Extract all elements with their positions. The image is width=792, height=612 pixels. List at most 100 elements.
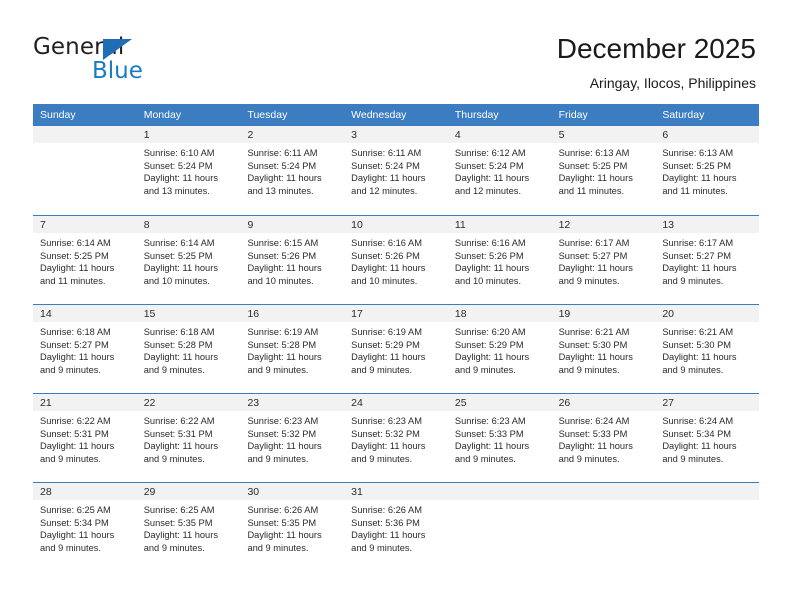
calendar-day-cell[interactable]: 30 Sunrise: 6:26 AM Sunset: 5:35 PM Dayligh… [240, 483, 345, 571]
calendar-day-cell[interactable]: 23 Sunrise: 6:23 AM Sunset: 5:32 PM Dayligh… [240, 394, 345, 482]
calendar-day-cell[interactable]: 3 Sunrise: 6:11 AM Sunset: 5:24 PM Daylight… [344, 126, 448, 215]
sunset-text: Sunset: 5:26 PM [454, 250, 524, 261]
day-number [447, 483, 552, 500]
day-number: 3 [344, 126, 448, 143]
calendar-week-row: 1 Sunrise: 6:10 AM Sunset: 5:24 PM Daylight… [33, 126, 760, 215]
calendar-day-cell[interactable]: 8 Sunrise: 6:14 AM Sunset: 5:25 PM Daylight… [136, 216, 241, 304]
calendar-day-cell[interactable]: 9 Sunrise: 6:15 AM Sunset: 5:26 PM Daylight… [240, 216, 345, 304]
calendar-week-row: 7 Sunrise: 6:14 AM Sunset: 5:25 PM Daylight… [33, 215, 760, 304]
day-details: Sunrise: 6:22 AM Sunset: 5:31 PM Daylight:… [33, 411, 137, 466]
day-details: Sunrise: 6:18 AM Sunset: 5:28 PM Daylight:… [137, 322, 241, 377]
weekday-header-saturday: Saturday [662, 109, 705, 121]
day-details: Sunrise: 6:20 AM Sunset: 5:29 PM Daylight:… [448, 322, 552, 377]
calendar-day-cell[interactable]: 31 Sunrise: 6:26 AM Sunset: 5:36 PM Dayligh… [344, 483, 448, 571]
calendar-day-cell[interactable]: 24 Sunrise: 6:23 AM Sunset: 5:32 PM Dayligh… [344, 394, 448, 482]
day-number: 14 [33, 305, 137, 322]
sunset-text: Sunset: 5:32 PM [247, 428, 317, 439]
daylight-text-line2: and 9 minutes. [351, 365, 413, 376]
calendar-day-cell[interactable]: 1 Sunrise: 6:10 AM Sunset: 5:24 PM Daylight… [136, 126, 241, 215]
weekday-header-friday: Friday [558, 109, 588, 121]
sunrise-text: Sunrise: 6:12 AM [454, 148, 526, 158]
daylight-text-line1: Daylight: 11 hours [247, 263, 322, 274]
daylight-text-line2: and 9 minutes. [40, 365, 101, 376]
calendar-day-cell[interactable]: 4 Sunrise: 6:12 AM Sunset: 5:24 PM Daylight… [447, 126, 552, 215]
calendar-day-cell[interactable]: 19 Sunrise: 6:21 AM Sunset: 5:30 PM Dayligh… [551, 305, 656, 393]
daylight-text-line1: Daylight: 11 hours [454, 173, 530, 184]
calendar-day-cell[interactable]: 21 Sunrise: 6:22 AM Sunset: 5:31 PM Dayligh… [33, 394, 137, 482]
calendar-day-cell[interactable]: 10 Sunrise: 6:16 AM Sunset: 5:26 PM Dayligh… [344, 216, 448, 304]
page-subtitle: Aringay, Ilocos, Philippines [589, 75, 756, 91]
sunset-text: Sunset: 5:29 PM [351, 339, 420, 350]
sunset-text: Sunset: 5:30 PM [558, 339, 628, 350]
day-number: 31 [344, 483, 448, 500]
calendar-day-cell[interactable]: 14 Sunrise: 6:18 AM Sunset: 5:27 PM Dayligh… [33, 305, 137, 393]
daylight-text-line1: Daylight: 11 hours [351, 441, 426, 452]
calendar-day-cell[interactable]: 12 Sunrise: 6:17 AM Sunset: 5:27 PM Dayligh… [551, 216, 656, 304]
brand-logo[interactable]: General Blue [33, 34, 233, 90]
sunrise-text: Sunrise: 6:26 AM [247, 505, 319, 515]
day-details: Sunrise: 6:17 AM Sunset: 5:27 PM Daylight:… [552, 233, 656, 288]
calendar-day-cell[interactable]: 20 Sunrise: 6:21 AM Sunset: 5:30 PM Dayligh… [655, 305, 760, 393]
calendar-day-cell[interactable]: 22 Sunrise: 6:22 AM Sunset: 5:31 PM Dayligh… [136, 394, 241, 482]
sunset-text: Sunset: 5:31 PM [143, 428, 213, 439]
daylight-text-line2: and 9 minutes. [143, 543, 205, 554]
day-details: Sunrise: 6:21 AM Sunset: 5:30 PM Daylight:… [552, 322, 656, 377]
day-details: Sunrise: 6:18 AM Sunset: 5:27 PM Daylight:… [33, 322, 137, 377]
daylight-text-line2: and 9 minutes. [143, 454, 205, 465]
day-number: 27 [655, 394, 760, 411]
sunset-text: Sunset: 5:25 PM [143, 250, 213, 261]
daylight-text-line1: Daylight: 11 hours [247, 173, 322, 184]
daylight-text-line1: Daylight: 11 hours [351, 263, 426, 274]
daylight-text-line2: and 13 minutes. [247, 186, 314, 197]
day-details: Sunrise: 6:21 AM Sunset: 5:30 PM Daylight:… [655, 322, 759, 377]
daylight-text-line1: Daylight: 11 hours [143, 173, 218, 184]
calendar-day-cell[interactable]: 16 Sunrise: 6:19 AM Sunset: 5:28 PM Dayligh… [240, 305, 345, 393]
sunrise-text: Sunrise: 6:18 AM [143, 327, 215, 337]
daylight-text-line1: Daylight: 11 hours [454, 263, 530, 274]
weekday-header-sunday: Sunday [40, 109, 76, 121]
day-number: 18 [447, 305, 552, 322]
daylight-text-line2: and 9 minutes. [662, 454, 724, 465]
calendar-day-cell[interactable]: 27 Sunrise: 6:24 AM Sunset: 5:34 PM Dayligh… [655, 394, 760, 482]
daylight-text-line1: Daylight: 11 hours [247, 441, 322, 452]
sunrise-text: Sunrise: 6:19 AM [247, 327, 319, 337]
sunrise-text: Sunrise: 6:20 AM [454, 327, 526, 337]
sunrise-text: Sunrise: 6:15 AM [247, 238, 319, 248]
calendar-day-cell[interactable]: 13 Sunrise: 6:17 AM Sunset: 5:27 PM Dayligh… [655, 216, 760, 304]
daylight-text-line2: and 9 minutes. [40, 454, 101, 465]
day-details: Sunrise: 6:26 AM Sunset: 5:36 PM Daylight:… [344, 500, 448, 555]
daylight-text-line1: Daylight: 11 hours [40, 263, 115, 274]
day-details: Sunrise: 6:23 AM Sunset: 5:32 PM Daylight:… [240, 411, 344, 466]
calendar-day-cell[interactable]: 18 Sunrise: 6:20 AM Sunset: 5:29 PM Dayligh… [447, 305, 552, 393]
day-number [551, 483, 656, 500]
daylight-text-line2: and 9 minutes. [247, 543, 309, 554]
calendar-day-cell-empty [447, 483, 552, 571]
calendar-day-cell[interactable]: 28 Sunrise: 6:25 AM Sunset: 5:34 PM Dayligh… [33, 483, 137, 571]
page-header: General Blue December 2025 Aringay, Iloc… [0, 0, 792, 104]
daylight-text-line2: and 9 minutes. [454, 365, 516, 376]
calendar-day-cell[interactable]: 11 Sunrise: 6:16 AM Sunset: 5:26 PM Dayligh… [447, 216, 552, 304]
calendar-day-cell[interactable]: 2 Sunrise: 6:11 AM Sunset: 5:24 PM Daylight… [240, 126, 345, 215]
sunrise-text: Sunrise: 6:13 AM [558, 148, 630, 158]
daylight-text-line1: Daylight: 11 hours [558, 263, 633, 274]
daylight-text-line2: and 9 minutes. [247, 454, 309, 465]
day-number: 17 [344, 305, 448, 322]
daylight-text-line1: Daylight: 11 hours [143, 352, 218, 363]
weekday-header-row: Sunday Monday Tuesday Wednesday Thursday… [33, 104, 759, 126]
calendar-day-cell[interactable]: 26 Sunrise: 6:24 AM Sunset: 5:33 PM Dayligh… [551, 394, 656, 482]
calendar-day-cell[interactable]: 17 Sunrise: 6:19 AM Sunset: 5:29 PM Dayligh… [344, 305, 448, 393]
calendar-day-cell[interactable]: 5 Sunrise: 6:13 AM Sunset: 5:25 PM Daylight… [551, 126, 656, 215]
daylight-text-line1: Daylight: 11 hours [662, 352, 737, 363]
calendar-day-cell[interactable]: 7 Sunrise: 6:14 AM Sunset: 5:25 PM Daylight… [33, 216, 137, 304]
day-number: 24 [344, 394, 448, 411]
sunrise-text: Sunrise: 6:25 AM [143, 505, 215, 515]
day-details: Sunrise: 6:25 AM Sunset: 5:34 PM Daylight:… [33, 500, 137, 555]
day-details: Sunrise: 6:19 AM Sunset: 5:29 PM Daylight:… [344, 322, 448, 377]
day-details: Sunrise: 6:16 AM Sunset: 5:26 PM Daylight:… [448, 233, 552, 288]
calendar-day-cell[interactable]: 6 Sunrise: 6:13 AM Sunset: 5:25 PM Daylight… [655, 126, 760, 215]
daylight-text-line1: Daylight: 11 hours [558, 173, 633, 184]
calendar-day-cell[interactable]: 29 Sunrise: 6:25 AM Sunset: 5:35 PM Dayligh… [136, 483, 241, 571]
day-details: Sunrise: 6:19 AM Sunset: 5:28 PM Daylight:… [240, 322, 344, 377]
calendar-day-cell[interactable]: 15 Sunrise: 6:18 AM Sunset: 5:28 PM Dayligh… [136, 305, 241, 393]
calendar-day-cell[interactable]: 25 Sunrise: 6:23 AM Sunset: 5:33 PM Dayligh… [447, 394, 552, 482]
